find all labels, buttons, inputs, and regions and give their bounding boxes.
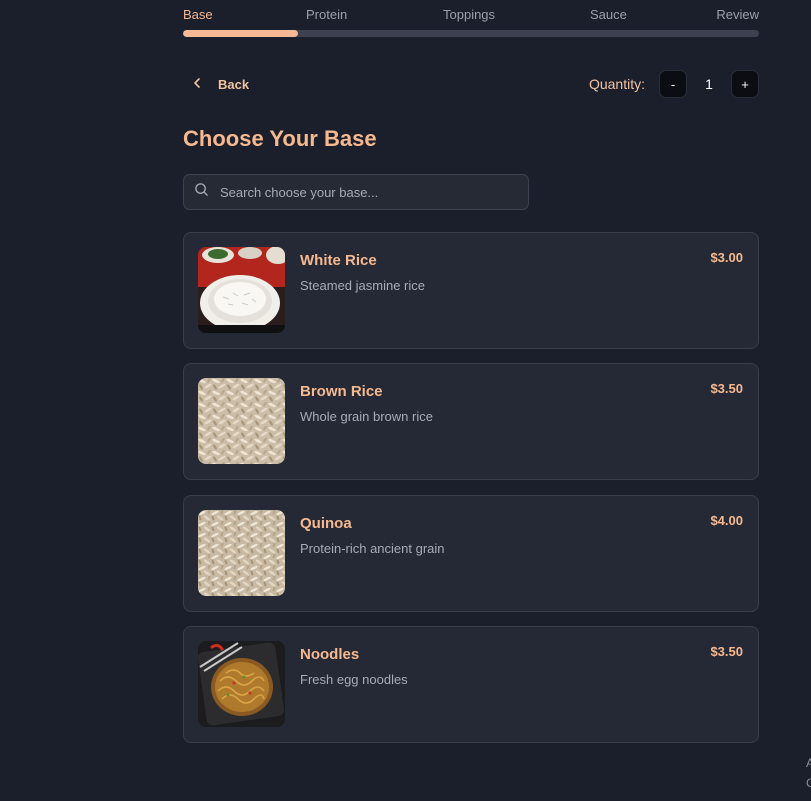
option-name: Brown Rice — [300, 383, 383, 400]
noodles-image — [198, 641, 285, 727]
step-protein[interactable]: Protein — [306, 7, 347, 22]
base-option-noodles[interactable]: Noodles Fresh egg noodles $3.50 — [183, 626, 759, 743]
option-name: White Rice — [300, 252, 377, 269]
option-price: $3.50 — [710, 644, 743, 659]
edge-text: A — [806, 756, 811, 770]
step-review[interactable]: Review — [716, 7, 759, 22]
increase-quantity-button[interactable]: + — [731, 70, 759, 98]
option-description: Protein-rich ancient grain — [300, 541, 445, 556]
back-label: Back — [218, 76, 250, 92]
step-base[interactable]: Base — [183, 7, 213, 22]
base-option-white-rice[interactable]: White Rice Steamed jasmine rice $3.00 — [183, 232, 759, 349]
progress-bar — [183, 30, 759, 37]
option-name: Quinoa — [300, 515, 352, 532]
back-button[interactable]: Back — [190, 70, 249, 98]
option-price: $3.00 — [710, 250, 743, 265]
option-name: Noodles — [300, 646, 360, 663]
quantity-stepper: Quantity: - 1 + — [589, 70, 759, 98]
progress-fill — [183, 30, 299, 37]
search-icon — [194, 182, 209, 202]
chevron-left-icon — [190, 76, 204, 93]
option-description: Whole grain brown rice — [300, 409, 433, 424]
step-progress: Base Protein Toppings Sauce Review — [183, 6, 759, 38]
brown-rice-image — [198, 378, 285, 464]
option-price: $4.00 — [710, 513, 743, 528]
option-description: Steamed jasmine rice — [300, 278, 425, 293]
step-sauce[interactable]: Sauce — [590, 7, 627, 22]
quantity-label: Quantity: — [588, 76, 645, 92]
quinoa-image — [198, 510, 285, 596]
option-price: $3.50 — [710, 381, 743, 396]
quantity-value: 1 — [705, 76, 713, 92]
option-description: Fresh egg noodles — [300, 672, 408, 687]
decrease-quantity-button[interactable]: - — [659, 70, 687, 98]
step-toppings[interactable]: Toppings — [443, 7, 495, 22]
base-option-quinoa[interactable]: Quinoa Protein-rich ancient grain $4.00 — [183, 495, 759, 612]
white-rice-image — [198, 247, 285, 333]
search-input[interactable] — [220, 184, 510, 200]
page: Base Protein Toppings Sauce Review Back … — [0, 0, 811, 801]
search-box — [183, 174, 529, 210]
page-title: Choose Your Base — [183, 126, 377, 151]
base-option-brown-rice[interactable]: Brown Rice Whole grain brown rice $3.50 — [183, 363, 759, 480]
edge-text: C — [806, 776, 811, 790]
